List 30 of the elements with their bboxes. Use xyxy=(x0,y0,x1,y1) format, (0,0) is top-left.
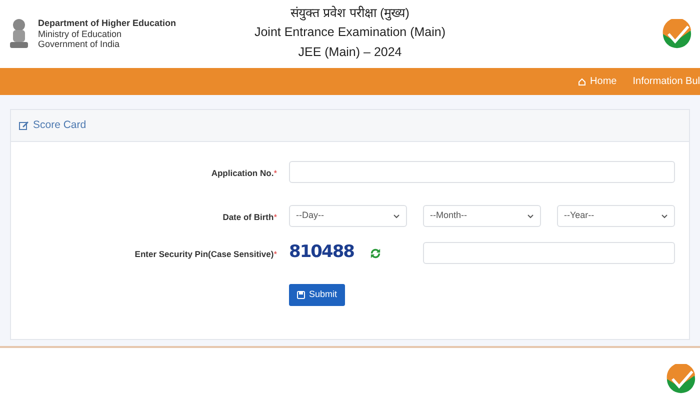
ministry-name: Ministry of Education xyxy=(38,28,123,40)
input-field[interactable] xyxy=(289,161,675,183)
save-icon xyxy=(297,291,305,299)
submit-button[interactable]: Submit xyxy=(289,284,346,306)
required-mark: * xyxy=(274,212,277,222)
select-field[interactable]: --Day-- xyxy=(289,205,407,227)
exam-subtitle: JEE (Main) – 2024 xyxy=(298,44,402,61)
home-icon xyxy=(578,78,586,86)
select-field[interactable]: --Month-- xyxy=(423,205,541,227)
required-mark: * xyxy=(274,249,277,259)
logo-icon xyxy=(666,364,696,394)
edit-icon xyxy=(19,120,29,130)
government-name: Government of India xyxy=(38,39,121,50)
exam-title: Joint Entrance Examination (Main) xyxy=(254,24,446,42)
department-name: Department of Higher Education xyxy=(38,18,176,29)
caret-icon xyxy=(393,214,400,218)
caret-icon xyxy=(527,214,534,218)
select-field[interactable]: --Year-- xyxy=(557,205,675,227)
caret-icon xyxy=(661,214,668,218)
emblem-icon xyxy=(8,17,30,51)
input-field[interactable] xyxy=(422,242,675,264)
hindi-title: संयुक्त प्रवेश परीक्षा (मुख्य) xyxy=(290,4,410,22)
captcha-code: 810488 xyxy=(289,241,354,264)
required-mark: * xyxy=(274,168,277,178)
field-label: Enter Security Pin(Case Sensitive) xyxy=(134,249,274,259)
field-label: Date of Birth xyxy=(222,212,274,222)
field-label: Application No. xyxy=(211,168,274,178)
logo-icon xyxy=(662,19,692,49)
refresh-icon[interactable] xyxy=(370,248,381,258)
card-title: Score Card xyxy=(33,118,86,133)
